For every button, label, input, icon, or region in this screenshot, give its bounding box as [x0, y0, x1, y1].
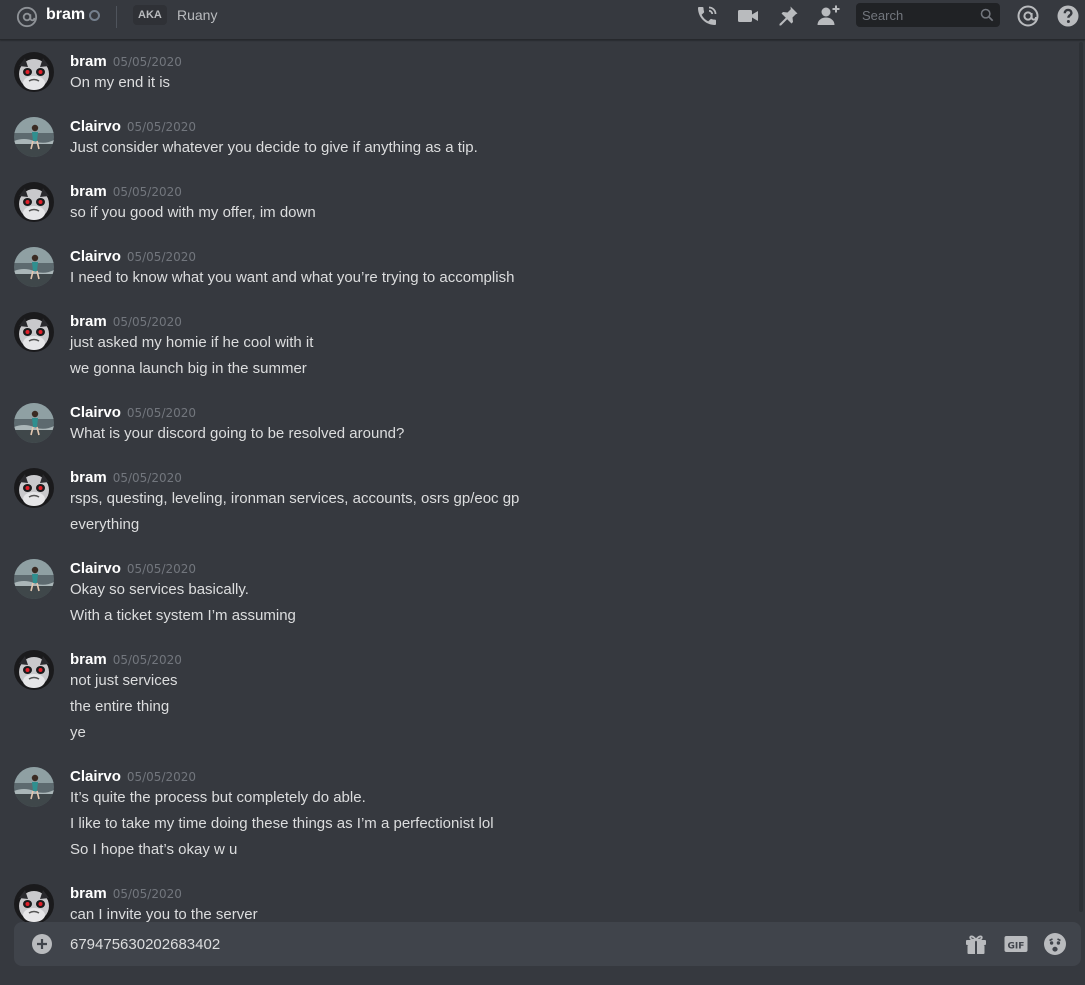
message-group: bram 05/05/2020 so if you good with my off… [0, 182, 1080, 230]
search-bar[interactable] [856, 3, 1000, 27]
author-name[interactable]: Clairvo [70, 768, 121, 785]
message-group: bram 05/05/2020 just asked my homie if he … [0, 312, 1080, 386]
message-header: bram 05/05/2020 [70, 651, 182, 669]
clairvo-avatar[interactable] [14, 117, 54, 157]
message-header: bram 05/05/2020 [70, 885, 182, 903]
message-timestamp: 05/05/2020 [126, 120, 197, 134]
message-timestamp: 05/05/2020 [112, 315, 182, 329]
search-input[interactable] [856, 3, 976, 27]
scrollbar[interactable] [1079, 42, 1083, 912]
clairvo-avatar[interactable] [14, 767, 54, 807]
message-timestamp: 05/05/2020 [112, 185, 182, 199]
message-text: What is your discord going to be resolve… [70, 425, 405, 442]
author-name[interactable]: bram [70, 313, 107, 330]
author-name[interactable]: Clairvo [70, 118, 121, 135]
message-header: Clairvo 05/05/2020 [70, 560, 196, 578]
author-name[interactable]: Clairvo [70, 560, 121, 577]
message-text: rsps, questing, leveling, ironman servic… [70, 490, 520, 507]
message-text: On my end it is [70, 74, 171, 91]
message-text: everything [70, 516, 140, 533]
message-group: Clairvo 05/05/2020 Just consider whatever … [0, 117, 1080, 165]
message-timestamp: 05/05/2020 [112, 471, 182, 485]
bram-avatar[interactable] [14, 52, 54, 92]
message-text: It’s quite the process but completely do… [70, 789, 366, 806]
dm-window: bram AKA Ruany Search bram 05/05/2020 On… [0, 0, 1085, 985]
add-attachment-icon[interactable] [32, 934, 52, 954]
message-text: So I hope that’s okay w u [70, 841, 238, 858]
message-header: Clairvo 05/05/2020 [70, 118, 196, 136]
message-timestamp: 05/05/2020 [112, 887, 182, 901]
mentions-icon[interactable] [1016, 4, 1040, 28]
message-header: Clairvo 05/05/2020 [70, 248, 196, 266]
clairvo-avatar[interactable] [14, 559, 54, 599]
message-list[interactable]: bram 05/05/2020 On my end it is Clairvo 05/0… [0, 40, 1085, 922]
message-composer: GIF [14, 922, 1081, 966]
emoji-picker-icon[interactable] [1043, 932, 1067, 956]
bram-avatar[interactable] [14, 468, 54, 508]
voice-call-icon[interactable] [695, 4, 719, 28]
message-text: we gonna launch big in the summer [70, 360, 307, 377]
author-name[interactable]: bram [70, 651, 107, 668]
pinned-messages-icon[interactable] [776, 4, 800, 28]
clairvo-avatar[interactable] [14, 403, 54, 443]
message-text: can I invite you to the server [70, 906, 258, 922]
add-friend-to-dm-icon[interactable] [816, 4, 840, 28]
message-text: not just services [70, 672, 178, 689]
message-input[interactable] [70, 922, 940, 966]
message-timestamp: 05/05/2020 [112, 653, 182, 667]
message-header: bram 05/05/2020 [70, 53, 182, 71]
offline-status-icon [89, 10, 100, 21]
bram-avatar[interactable] [14, 182, 54, 222]
author-name[interactable]: Clairvo [70, 248, 121, 265]
message-text: just asked my homie if he cool with it [70, 334, 314, 351]
message-group: bram 05/05/2020 can I invite you to the se… [0, 884, 1080, 922]
message-text: Okay so services basically. [70, 581, 249, 598]
svg-text:GIF: GIF [1008, 941, 1025, 951]
message-timestamp: 05/05/2020 [126, 770, 197, 784]
video-call-icon[interactable] [736, 4, 760, 28]
search-icon [980, 8, 994, 22]
message-text: Just consider whatever you decide to giv… [70, 139, 478, 156]
gif-picker-icon[interactable]: GIF [1004, 932, 1028, 956]
clairvo-avatar[interactable] [14, 247, 54, 287]
aka-name: Ruany [177, 7, 218, 23]
message-group: Clairvo 05/05/2020 It’s quite the process … [0, 767, 1080, 867]
message-group: Clairvo 05/05/2020 Okay so services basica… [0, 559, 1080, 633]
author-name[interactable]: bram [70, 183, 107, 200]
author-name[interactable]: bram [70, 53, 107, 70]
message-timestamp: 05/05/2020 [126, 406, 197, 420]
message-timestamp: 05/05/2020 [126, 250, 197, 264]
message-text: I need to know what you want and what yo… [70, 269, 515, 286]
aka-badge: AKA [133, 5, 167, 25]
header-divider [116, 6, 117, 28]
author-name[interactable]: Clairvo [70, 404, 121, 421]
message-group: Clairvo 05/05/2020 I need to know what you… [0, 247, 1080, 295]
message-group: bram 05/05/2020 On my end it is [0, 52, 1080, 100]
message-text: so if you good with my offer, im down [70, 204, 316, 221]
help-icon[interactable] [1056, 4, 1080, 28]
message-group: bram 05/05/2020 not just services the entir… [0, 650, 1080, 750]
bram-avatar[interactable] [14, 650, 54, 690]
dm-header: bram AKA Ruany [0, 0, 1085, 40]
message-timestamp: 05/05/2020 [112, 55, 182, 69]
message-header: bram 05/05/2020 [70, 469, 182, 487]
message-header: bram 05/05/2020 [70, 183, 182, 201]
author-name[interactable]: bram [70, 469, 107, 486]
message-timestamp: 05/05/2020 [126, 562, 197, 576]
gift-icon[interactable] [964, 932, 988, 956]
message-header: Clairvo 05/05/2020 [70, 768, 196, 786]
message-header: Clairvo 05/05/2020 [70, 404, 196, 422]
bram-avatar[interactable] [14, 312, 54, 352]
message-header: bram 05/05/2020 [70, 313, 182, 331]
message-group: Clairvo 05/05/2020 What is your discord go… [0, 403, 1080, 451]
author-name[interactable]: bram [70, 885, 107, 902]
at-mention-icon [16, 6, 38, 28]
message-text: With a ticket system I’m assuming [70, 607, 296, 624]
message-text: I like to take my time doing these thing… [70, 815, 494, 832]
dm-recipient-name[interactable]: bram [46, 6, 85, 24]
message-text: ye [70, 724, 86, 741]
message-text: the entire thing [70, 698, 170, 715]
message-group: bram 05/05/2020 rsps, questing, leveling, … [0, 468, 1080, 542]
bram-avatar[interactable] [14, 884, 54, 922]
